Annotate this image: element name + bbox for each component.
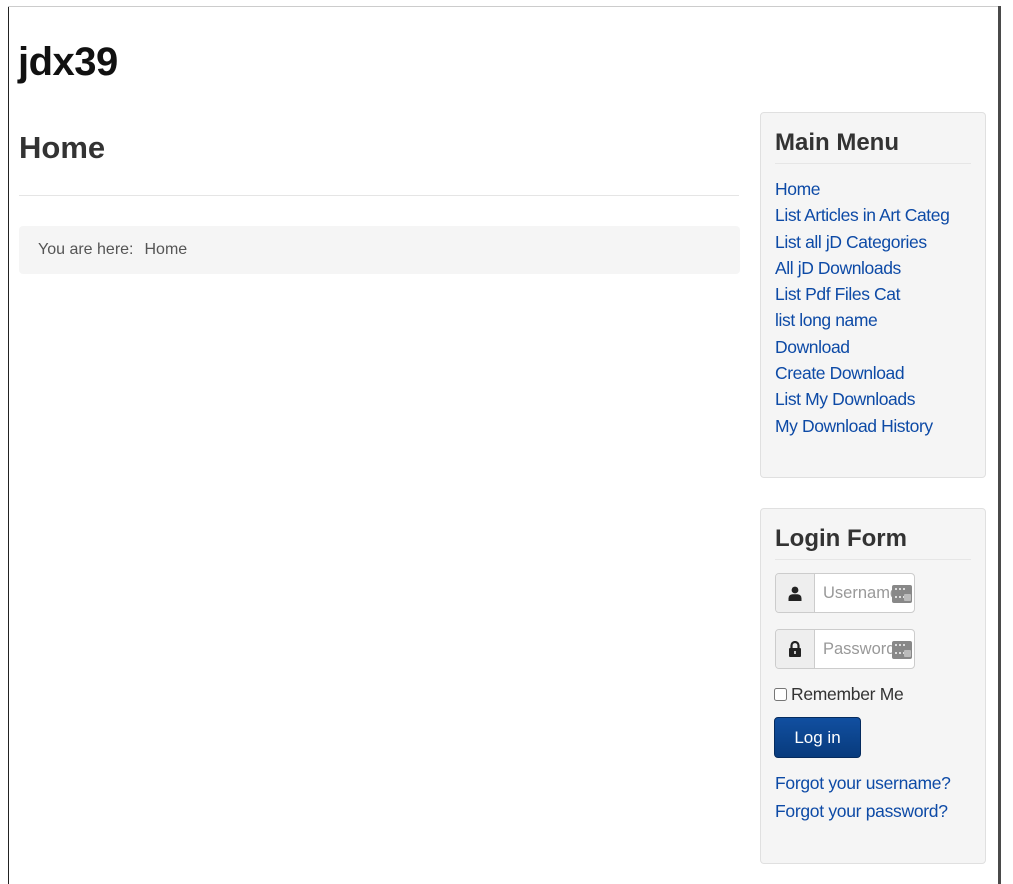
menu-item-home[interactable]: Home <box>775 176 949 202</box>
menu-item-list-my-downloads[interactable]: List My Downloads <box>775 386 949 412</box>
remember-me-checkbox[interactable] <box>774 688 787 701</box>
main-menu-title: Main Menu <box>775 129 971 164</box>
window-border-right <box>998 6 1001 884</box>
main-menu-module: Main Menu Home List Articles in Art Cate… <box>760 112 986 478</box>
menu-item-list-long-name[interactable]: list long name <box>775 307 949 333</box>
keyboard-icon[interactable] <box>892 585 912 603</box>
breadcrumb-current: Home <box>144 241 188 258</box>
remember-me-label: Remember Me <box>791 684 904 704</box>
user-icon <box>776 574 815 612</box>
menu-item-all-jd-downloads[interactable]: All jD Downloads <box>775 255 949 281</box>
login-form-title: Login Form <box>775 525 971 560</box>
keyboard-icon[interactable] <box>892 641 912 659</box>
menu-item-list-articles[interactable]: List Articles in Art Categ <box>775 202 950 228</box>
lock-icon <box>776 630 815 668</box>
username-input[interactable] <box>815 574 893 612</box>
username-input-group <box>775 573 915 613</box>
menu-item-create-download[interactable]: Create Download <box>775 360 949 386</box>
password-input[interactable] <box>815 630 893 668</box>
login-form-module: Login Form Remember Me Log in Forgot you… <box>760 508 986 864</box>
menu-item-my-download-history[interactable]: My Download History <box>775 413 949 439</box>
breadcrumb-prefix: You are here: <box>38 241 134 258</box>
forgot-username-link[interactable]: Forgot your username? <box>775 773 951 794</box>
breadcrumb: You are here: Home <box>19 226 740 274</box>
main-menu-list: Home List Articles in Art Categ List all… <box>775 176 950 439</box>
window-border-left <box>8 6 9 884</box>
menu-item-list-jd-categories[interactable]: List all jD Categories <box>775 229 949 255</box>
remember-me[interactable]: Remember Me <box>774 684 904 705</box>
login-button[interactable]: Log in <box>774 717 861 758</box>
title-divider <box>19 195 739 196</box>
menu-item-list-pdf-files[interactable]: List Pdf Files Cat <box>775 281 949 307</box>
menu-item-download[interactable]: Download <box>775 334 949 360</box>
window-border-top <box>8 6 1000 7</box>
password-input-group <box>775 629 915 669</box>
page-title: Home <box>19 130 106 165</box>
site-title[interactable]: jdx39 <box>18 40 118 85</box>
forgot-password-link[interactable]: Forgot your password? <box>775 801 948 822</box>
